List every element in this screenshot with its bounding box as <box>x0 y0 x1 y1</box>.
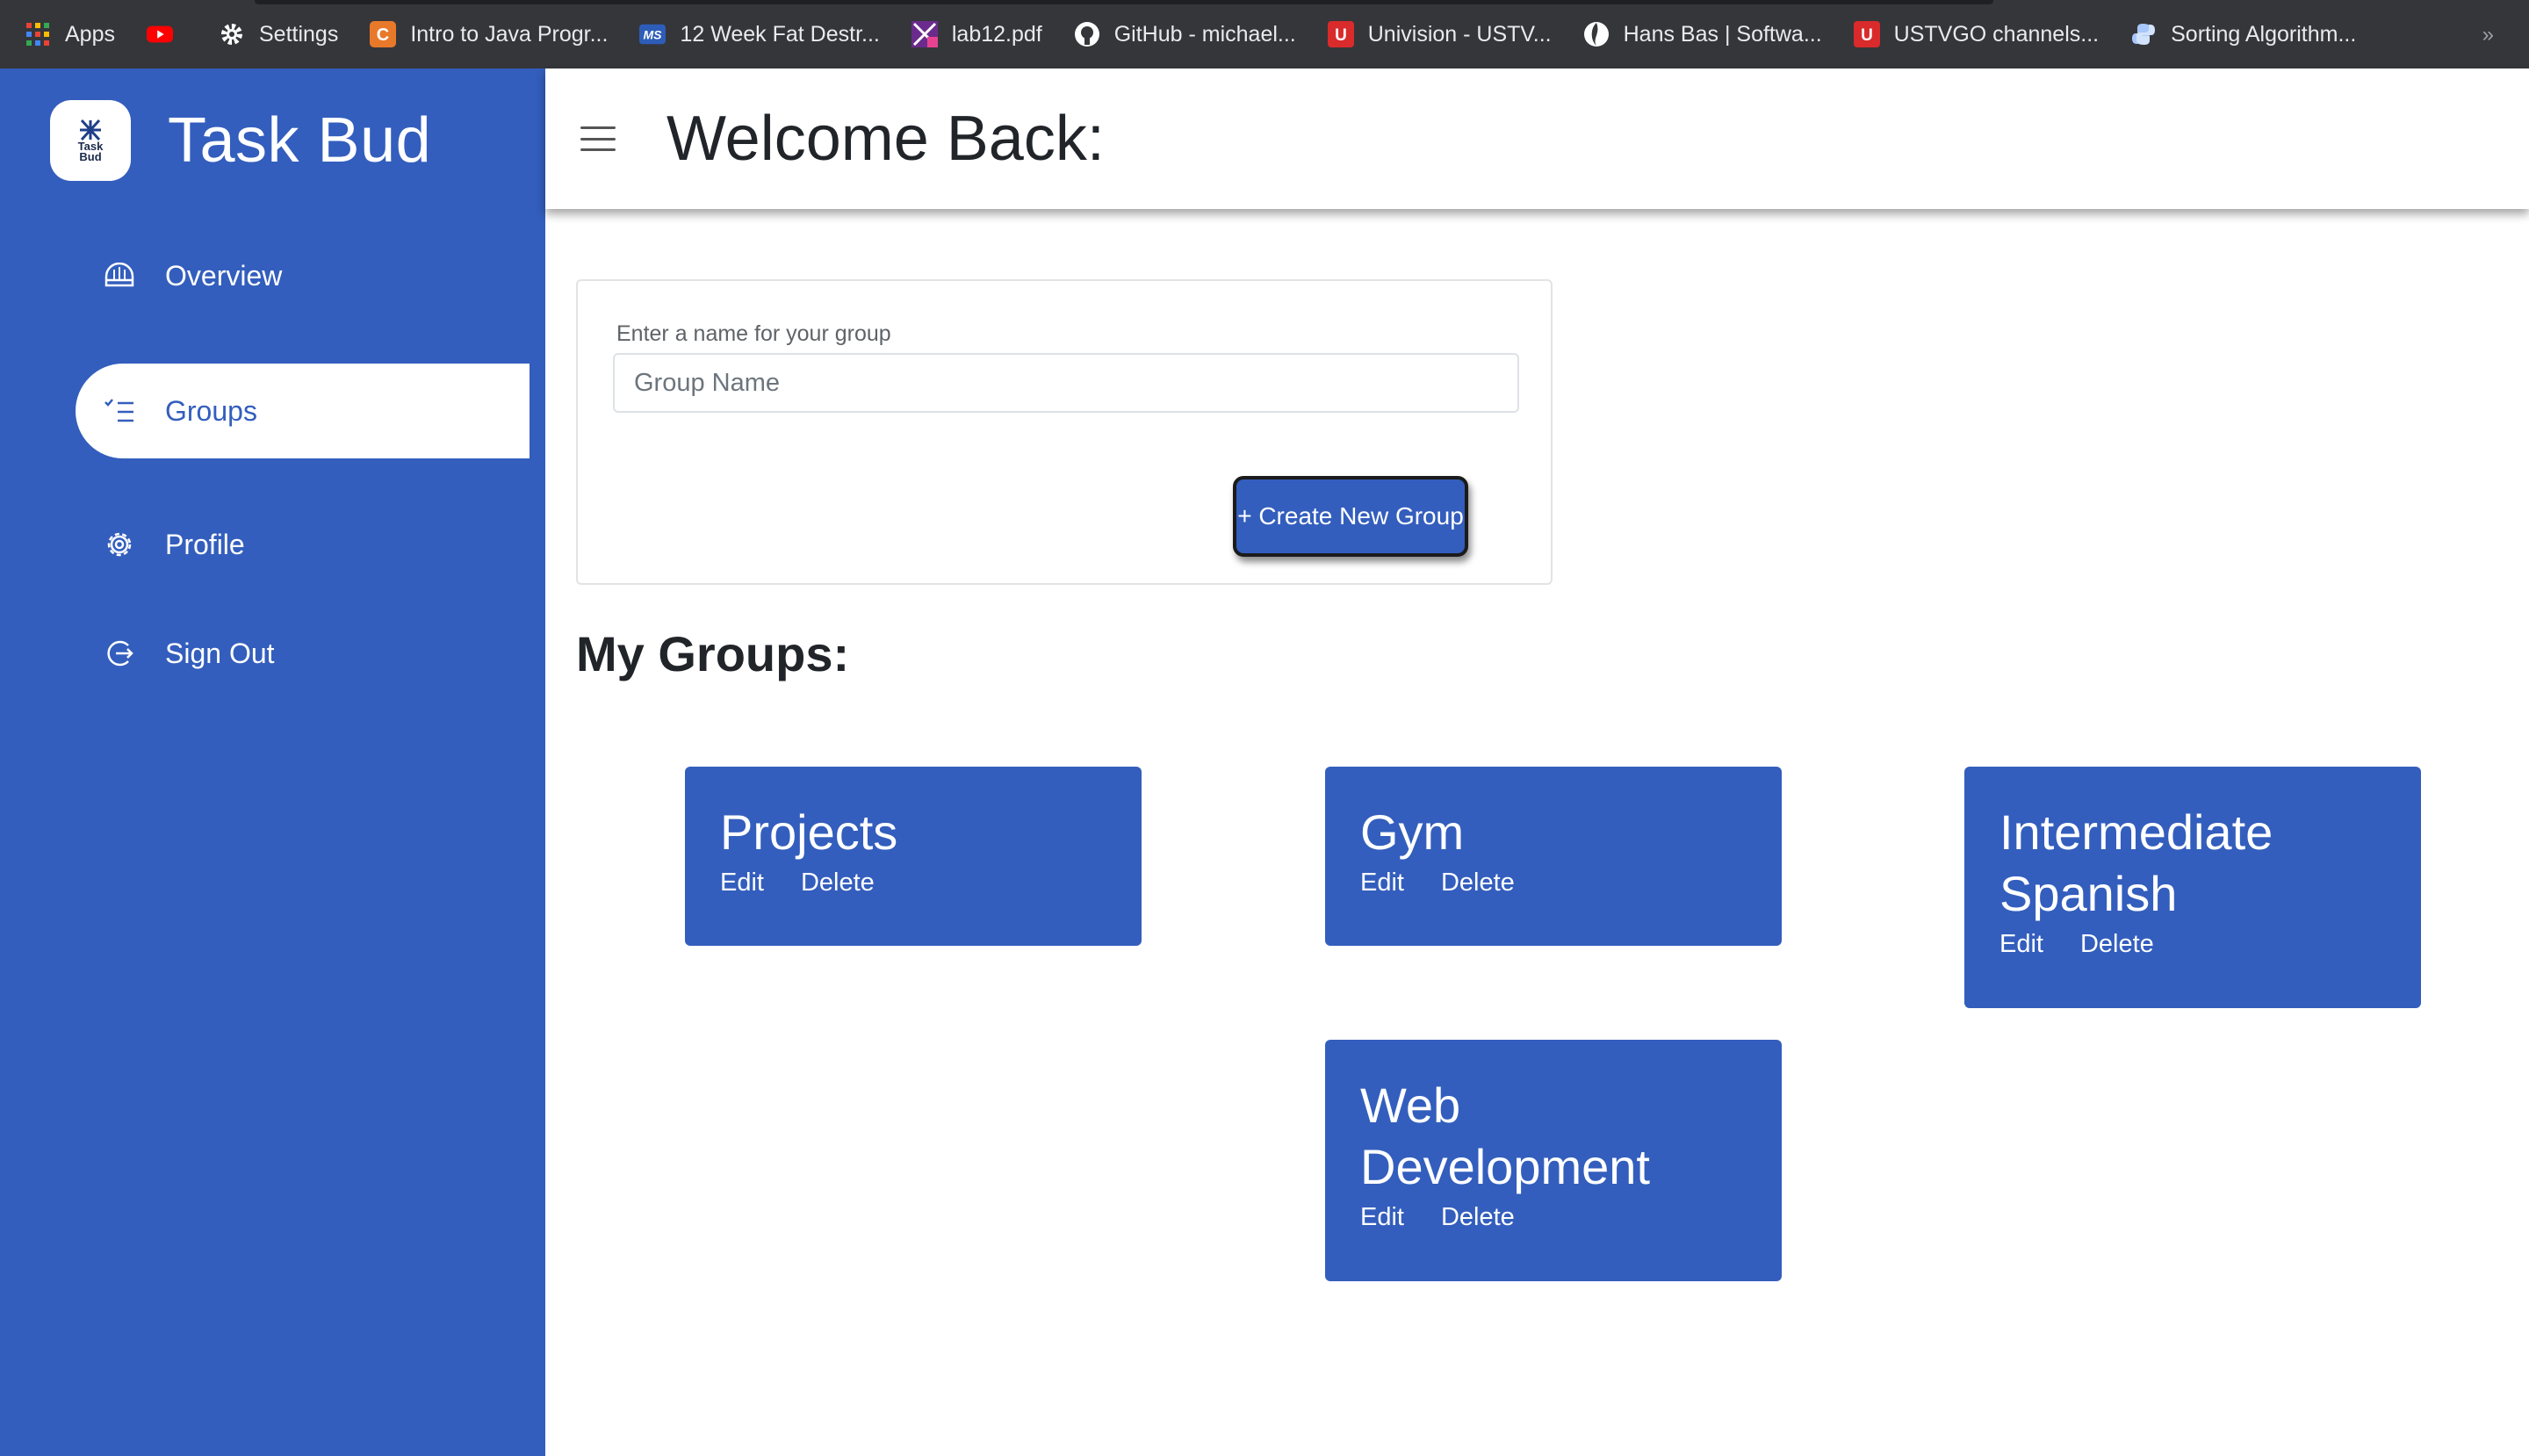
bookmark-label: Intro to Java Progr... <box>410 21 609 47</box>
delete-group-link[interactable]: Delete <box>1441 869 1515 897</box>
edit-group-link[interactable]: Edit <box>1360 869 1404 897</box>
tab-strip-edge <box>255 0 1993 4</box>
bookmarks-overflow-button[interactable]: » <box>2482 23 2494 47</box>
my-groups-heading: My Groups: <box>576 626 850 681</box>
bookmark-label: Hans Bas | Softwa... <box>1623 21 1822 47</box>
youtube-icon <box>146 21 173 47</box>
edit-group-link[interactable]: Edit <box>1360 1203 1404 1232</box>
create-group-card: Enter a name for your group + Create New… <box>576 279 1553 585</box>
group-card-web-development[interactable]: Web Development Edit Delete <box>1325 1040 1782 1281</box>
bookmark-label: 12 Week Fat Destr... <box>680 21 880 47</box>
group-name: Gym <box>1360 804 1465 860</box>
bookmark-intro-java[interactable]: C Intro to Java Progr... <box>370 21 608 47</box>
delete-group-link[interactable]: Delete <box>801 869 875 897</box>
sidebar-item-profile[interactable]: Profile <box>76 497 530 592</box>
group-card-gym[interactable]: Gym Edit Delete <box>1325 767 1782 946</box>
edit-group-link[interactable]: Edit <box>720 869 764 897</box>
logo-text-line2: Bud <box>79 150 102 163</box>
sidebar-item-label: Sign Out <box>165 637 275 669</box>
brand-name: Task Bud <box>168 105 432 176</box>
globe-icon <box>1583 21 1610 47</box>
bookmark-label: Univision - USTV... <box>1367 21 1552 47</box>
logo-mark-icon <box>80 119 101 141</box>
codecademy-icon: C <box>370 21 397 47</box>
brand[interactable]: Task Bud Task Bud <box>50 100 431 181</box>
sidebar-item-sign-out[interactable]: Sign Out <box>76 606 530 701</box>
pdf-icon <box>911 21 938 47</box>
sidebar-item-label: Profile <box>165 528 245 560</box>
github-icon <box>1074 21 1100 47</box>
group-card-projects[interactable]: Projects Edit Delete <box>685 767 1142 946</box>
ustv-icon: U <box>1327 21 1354 47</box>
gear-icon <box>102 527 137 562</box>
checklist-icon <box>102 393 137 429</box>
bookmark-hans-bas[interactable]: Hans Bas | Softwa... <box>1583 21 1822 47</box>
bookmark-label: Settings <box>258 21 339 47</box>
task-bud-logo: Task Bud <box>50 100 131 181</box>
bookmark-sorting[interactable]: Sorting Algorithm... <box>2130 21 2356 47</box>
bookmark-github[interactable]: GitHub - michael... <box>1074 21 1296 47</box>
page-title: Welcome Back: <box>666 104 1105 174</box>
dashboard-icon <box>102 258 137 293</box>
svg-text:U: U <box>1861 26 1873 45</box>
svg-text:U: U <box>1335 26 1347 45</box>
apps-grid-icon <box>25 21 51 47</box>
delete-group-link[interactable]: Delete <box>1441 1203 1515 1232</box>
bookmark-label: Apps <box>65 21 115 47</box>
svg-text:MS: MS <box>644 28 663 42</box>
group-name-input[interactable] <box>613 353 1519 413</box>
group-name: Intermediate Spanish <box>1999 804 2273 921</box>
sign-out-icon <box>102 636 137 671</box>
create-new-group-button[interactable]: + Create New Group <box>1233 476 1468 557</box>
bookmark-youtube[interactable] <box>146 21 187 47</box>
bookmark-label: GitHub - michael... <box>1113 21 1296 47</box>
group-name: Projects <box>720 804 898 860</box>
sidebar: Task Bud Task Bud Overview Groups Profil… <box>0 68 545 1456</box>
python-icon <box>2130 21 2157 47</box>
group-card-intermediate-spanish[interactable]: Intermediate Spanish Edit Delete <box>1964 767 2421 1008</box>
edit-group-link[interactable]: Edit <box>1999 930 2043 959</box>
bookmark-ustvgo[interactable]: U USTVGO channels... <box>1853 21 2100 47</box>
sidebar-item-groups[interactable]: Groups <box>76 364 530 458</box>
page-header: Welcome Back: <box>545 68 2529 209</box>
delete-group-link[interactable]: Delete <box>2080 930 2154 959</box>
bookmark-settings[interactable]: Settings <box>219 21 338 47</box>
ms-icon: MS <box>639 21 666 47</box>
ustv-icon: U <box>1853 21 1880 47</box>
bookmark-label: Sorting Algorithm... <box>2171 21 2357 47</box>
bookmark-lab12[interactable]: lab12.pdf <box>911 21 1042 47</box>
bookmarks-bar: Apps Settings C Intro to Java Progr... M… <box>0 0 2529 68</box>
bookmark-univision[interactable]: U Univision - USTV... <box>1327 21 1552 47</box>
bookmark-fat-destroyer[interactable]: MS 12 Week Fat Destr... <box>639 21 880 47</box>
sidebar-item-label: Overview <box>165 259 283 292</box>
hamburger-menu-icon[interactable] <box>580 126 616 151</box>
gear-icon <box>219 21 245 47</box>
sidebar-item-label: Groups <box>165 394 257 427</box>
sidebar-item-overview[interactable]: Overview <box>76 228 530 323</box>
group-name-label: Enter a name for your group <box>616 321 891 346</box>
bookmark-label: lab12.pdf <box>951 21 1042 47</box>
group-name: Web Development <box>1360 1078 1650 1194</box>
bookmark-label: USTVGO channels... <box>1893 21 2100 47</box>
bookmark-apps[interactable]: Apps <box>25 21 115 47</box>
svg-text:C: C <box>377 25 389 45</box>
